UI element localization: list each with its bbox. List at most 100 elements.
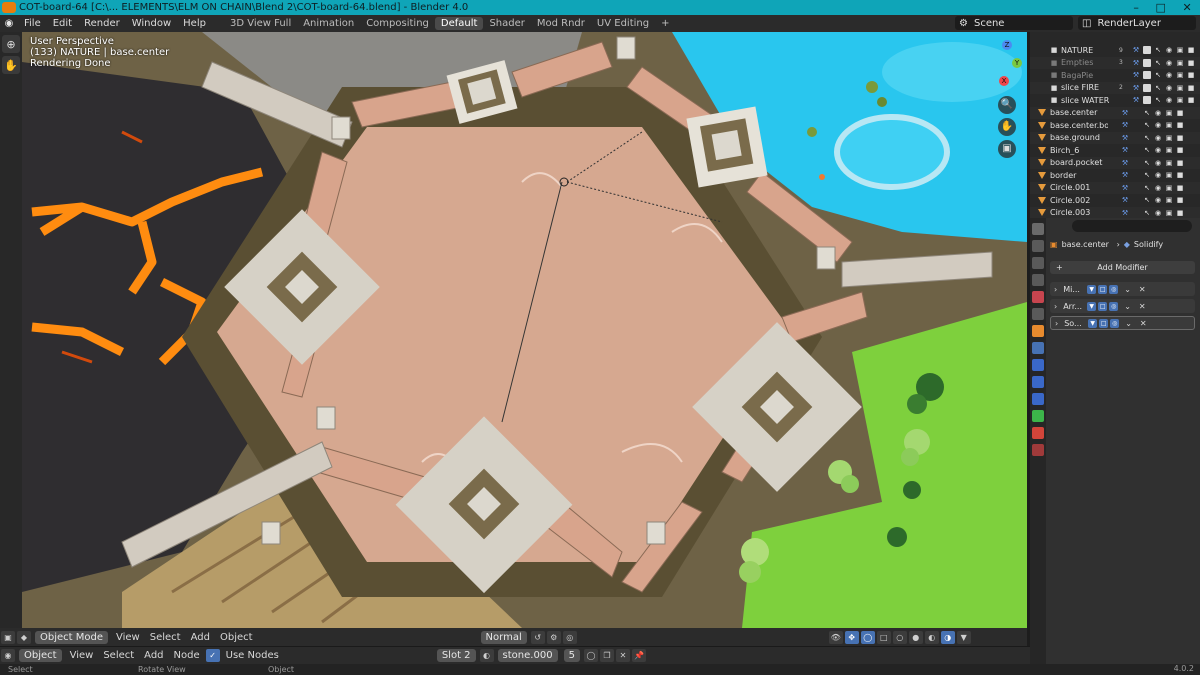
properties-search-input[interactable] [1072, 220, 1192, 232]
visibility-toggle-icon[interactable]: ◉ [1154, 134, 1162, 142]
remove-modifier-icon[interactable]: ✕ [1139, 285, 1146, 294]
select-toggle-icon[interactable]: ↖ [1143, 196, 1151, 204]
transform-orientation-dropdown[interactable]: Normal [480, 630, 527, 644]
fake-user-icon[interactable]: ◯ [583, 649, 598, 662]
gizmo-x-axis[interactable]: X [999, 76, 1009, 86]
visibility-toggle-icon[interactable]: ◉ [1165, 59, 1173, 67]
render-toggle-icon[interactable]: ■ [1176, 109, 1184, 117]
shading-solid-icon[interactable]: ● [908, 630, 923, 644]
outliner-row[interactable]: Circle.001 ⚒ ↖ ◉ ▣ ■ [1030, 181, 1200, 194]
outliner-item-name[interactable]: BagaPie [1061, 71, 1119, 80]
view-layer-tab-icon[interactable] [1032, 274, 1044, 286]
viewport-toggle-icon[interactable]: ▣ [1176, 84, 1184, 92]
add-modifier-button[interactable]: + Add Modifier [1050, 261, 1195, 274]
outliner-item-name[interactable]: border [1050, 171, 1108, 180]
exclude-checkbox[interactable] [1143, 71, 1151, 80]
visibility-toggle-icon[interactable]: ◉ [1154, 109, 1162, 117]
select-toggle-icon[interactable]: ↖ [1143, 146, 1151, 154]
3d-viewport[interactable]: User Perspective (133) NATURE | base.cen… [22, 32, 1027, 628]
outliner-row[interactable]: ■ slice WATER ⚒ ↖ ◉ ▣ ■ [1030, 94, 1200, 107]
outliner-row[interactable]: board.pocket ⚒ ↖ ◉ ▣ ■ [1030, 156, 1200, 169]
visibility-toggle-icon[interactable]: ◉ [1165, 46, 1173, 54]
render-toggle-icon[interactable]: ■ [1176, 171, 1184, 179]
scene-tab-icon[interactable] [1032, 291, 1044, 303]
render-toggle-icon[interactable]: ■ [1187, 46, 1195, 54]
object-tab-icon[interactable] [1032, 325, 1044, 337]
outliner-item-name[interactable]: Circle.001 [1050, 183, 1108, 192]
modifier-panel-array[interactable]: › Arr... ▼ □ ◎ ⌄ ✕ [1050, 299, 1195, 313]
zoom-view-icon[interactable]: 🔍 [998, 96, 1016, 114]
select-toggle-icon[interactable]: ↖ [1143, 109, 1151, 117]
workspace-tab-uv-editing[interactable]: UV Editing [591, 17, 655, 30]
viewport-toggle-icon[interactable]: ▣ [1165, 146, 1173, 154]
select-toggle-icon[interactable]: ↖ [1143, 134, 1151, 142]
visibility-toggle-icon[interactable]: ◉ [1154, 171, 1162, 179]
visibility-toggle-icon[interactable]: ◉ [1154, 184, 1162, 192]
constraints-tab-icon[interactable] [1032, 393, 1044, 405]
node-menu-select[interactable]: Select [98, 650, 139, 661]
outliner-row[interactable]: ■ NATURE 9 ⚒ ↖ ◉ ▣ ■ [1030, 44, 1200, 57]
material-tab-icon[interactable] [1032, 427, 1044, 439]
viewport-toggle-icon[interactable]: ▣ [1176, 71, 1184, 79]
editor-type-icon[interactable]: ▣ [1, 630, 15, 644]
expand-chevron-icon[interactable]: › [1054, 302, 1057, 311]
viewport-toggle-icon[interactable]: ▣ [1165, 209, 1173, 217]
gizmo-toggle-icon[interactable]: ✥ [844, 630, 859, 644]
tool-tab-icon[interactable] [1032, 223, 1044, 235]
visibility-toggle-icon[interactable]: ◉ [1154, 146, 1162, 154]
select-toggle-icon[interactable]: ↖ [1143, 159, 1151, 167]
visibility-toggle-icon[interactable]: ◉ [1154, 121, 1162, 129]
select-toggle-icon[interactable]: ↖ [1154, 96, 1162, 104]
outliner-item-name[interactable]: slice FIRE [1061, 83, 1119, 92]
outliner-item-name[interactable]: board.pocket [1050, 158, 1108, 167]
render-toggle-icon[interactable]: ■ [1176, 159, 1184, 167]
world-tab-icon[interactable] [1032, 308, 1044, 320]
exclude-checkbox[interactable] [1143, 83, 1151, 92]
exclude-checkbox[interactable] [1143, 96, 1151, 105]
material-slot-dropdown[interactable]: Slot 2 [436, 649, 476, 662]
select-toggle-icon[interactable]: ↖ [1143, 171, 1151, 179]
maximize-icon[interactable]: □ [1155, 1, 1165, 14]
render-tab-icon[interactable] [1032, 240, 1044, 252]
viewport-toggle-icon[interactable]: ▣ [1165, 159, 1173, 167]
close-icon[interactable]: ✕ [1182, 1, 1191, 14]
xray-icon[interactable]: □ [876, 630, 891, 644]
render-toggle-icon[interactable]: ■ [1176, 146, 1184, 154]
render-toggle-icon[interactable]: ◎ [1109, 284, 1119, 294]
exclude-checkbox[interactable] [1143, 46, 1151, 55]
scene-selector[interactable]: ⚙ Scene [955, 16, 1073, 30]
outliner-row[interactable]: base.center.border ⚒ ↖◉▣■ [1030, 119, 1200, 132]
visibility-toggle-icon[interactable]: ◉ [1165, 96, 1173, 104]
visibility-toggle-icon[interactable]: ◉ [1165, 84, 1173, 92]
viewport-menu-view[interactable]: View [111, 632, 145, 643]
viewport-toggle-icon[interactable]: ▣ [1165, 196, 1173, 204]
viewport-toggle-icon[interactable]: ▣ [1176, 59, 1184, 67]
physics-tab-icon[interactable] [1032, 376, 1044, 388]
node-menu-node[interactable]: Node [169, 650, 205, 661]
outliner-item-name[interactable]: Circle.003 [1050, 208, 1108, 217]
remove-modifier-icon[interactable]: ✕ [1140, 319, 1147, 328]
visibility-icon[interactable]: 👁 [828, 630, 843, 644]
outliner-row[interactable]: ■ Empties 3 ⚒ ↖ ◉ ▣ ■ [1030, 56, 1200, 69]
node-editor-object-dropdown[interactable]: Object [19, 649, 62, 662]
viewport-toggle-icon[interactable]: ▣ [1165, 184, 1173, 192]
select-toggle-icon[interactable]: ↖ [1154, 59, 1162, 67]
workspace-tab-mod-rndr[interactable]: Mod Rndr [531, 17, 591, 30]
node-menu-view[interactable]: View [65, 650, 99, 661]
render-toggle-icon[interactable]: ■ [1187, 59, 1195, 67]
render-toggle-icon[interactable]: ■ [1187, 96, 1195, 104]
outliner-row[interactable]: base.center ⚒ ↖ ◉ ▣ ■ [1030, 106, 1200, 119]
outliner-row[interactable]: Circle.002 ⚒ ↖ ◉ ▣ ■ [1030, 194, 1200, 207]
select-toggle-icon[interactable]: ↖ [1143, 209, 1151, 217]
object-mode-dropdown[interactable]: Object Mode [35, 630, 108, 644]
edit-mode-toggle-icon[interactable]: ▼ [1087, 284, 1097, 294]
outliner-item-name[interactable]: slice WATER [1061, 96, 1119, 105]
node-editor-type-icon[interactable]: ◉ [1, 649, 15, 662]
outliner-row[interactable]: ■ slice FIRE 2 ⚒ ↖ ◉ ▣ ■ [1030, 81, 1200, 94]
viewport-toggle-icon[interactable]: ▣ [1165, 121, 1173, 129]
material-name-field[interactable]: stone.000 [497, 649, 558, 662]
visibility-toggle-icon[interactable]: ◉ [1154, 159, 1162, 167]
zoom-tool-icon[interactable]: ⊕ [2, 35, 20, 53]
node-menu-add[interactable]: Add [139, 650, 168, 661]
overlay-toggle-icon[interactable]: ◯ [860, 630, 875, 644]
